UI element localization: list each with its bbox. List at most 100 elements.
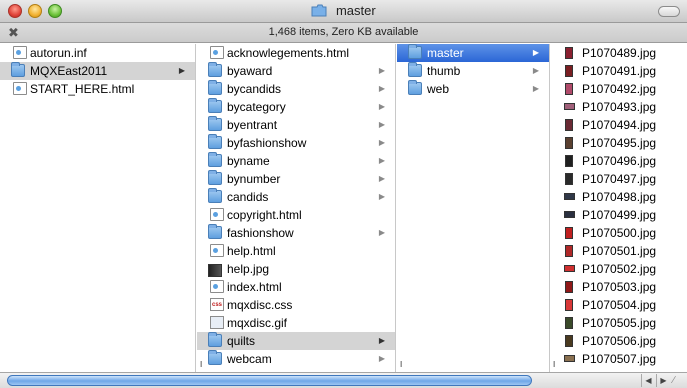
photo-thumbnail-icon (565, 173, 573, 185)
column-4[interactable]: P1070489.jpg P1070491.jpg P1070492.jpg P107… (551, 44, 687, 372)
column-2[interactable]: acknowlegements.html byaward ▶ bycandids ▶ by… (197, 44, 396, 372)
disclosure-arrow-icon: ▶ (378, 84, 385, 93)
photo-thumbnail-icon (565, 227, 573, 239)
list-item[interactable]: START_HERE.html (0, 80, 195, 98)
list-item[interactable]: candids ▶ (197, 188, 395, 206)
list-item-label: help.jpg (227, 262, 270, 276)
list-item-label: fashionshow (227, 226, 294, 240)
list-item-label: thumb (427, 64, 461, 78)
list-item[interactable]: P1070505.jpg (551, 314, 687, 332)
list-item-label: P1070506.jpg (582, 334, 657, 348)
html-file-icon (210, 46, 224, 59)
column-resize-handle[interactable]: ll (400, 360, 402, 369)
gif-file-icon (210, 316, 224, 329)
list-item[interactable]: P1070489.jpg (551, 44, 687, 62)
list-item[interactable]: master ▶ (397, 44, 549, 62)
list-item[interactable]: bycategory ▶ (197, 98, 395, 116)
list-item[interactable]: index.html (197, 278, 395, 296)
disclosure-arrow-icon: ▶ (378, 102, 385, 111)
list-item[interactable]: byname ▶ (197, 152, 395, 170)
list-item[interactable]: byfashionshow ▶ (197, 134, 395, 152)
list-item[interactable]: P1070491.jpg (551, 62, 687, 80)
list-item[interactable]: help.html (197, 242, 395, 260)
list-item[interactable]: P1070492.jpg (551, 80, 687, 98)
list-item[interactable]: quilts ▶ (197, 332, 395, 350)
list-item[interactable]: P1070495.jpg (551, 134, 687, 152)
list-item[interactable]: P1070507.jpg (551, 350, 687, 368)
list-item[interactable]: MQXEast2011 ▶ (0, 62, 195, 80)
photo-thumbnail-icon (564, 265, 575, 272)
list-item[interactable]: P1070497.jpg (551, 170, 687, 188)
list-item[interactable]: P1070503.jpg (551, 278, 687, 296)
disclosure-arrow-icon: ▶ (378, 192, 385, 201)
list-item[interactable]: P1070496.jpg (551, 152, 687, 170)
folder-icon (408, 44, 422, 59)
list-item[interactable]: acknowlegements.html (197, 44, 395, 62)
photo-thumbnail-icon (565, 155, 573, 167)
column-resize-handle[interactable]: ll (553, 360, 555, 369)
window-title-wrap: master (0, 3, 687, 18)
list-item[interactable]: byaward ▶ (197, 62, 395, 80)
folder-icon (208, 350, 222, 365)
list-item[interactable]: P1070499.jpg (551, 206, 687, 224)
list-item-label: web (427, 82, 450, 96)
folder-icon (208, 332, 222, 347)
list-item[interactable]: P1070493.jpg (551, 98, 687, 116)
list-item[interactable]: P1070501.jpg (551, 242, 687, 260)
list-item-label: mqxdisc.css (227, 298, 293, 312)
resize-grip-icon[interactable]: ∕ (673, 375, 675, 386)
list-item-label: P1070489.jpg (582, 46, 657, 60)
list-item-label: P1070492.jpg (582, 82, 657, 96)
list-item-label: P1070494.jpg (582, 118, 657, 132)
list-item[interactable]: bycandids ▶ (197, 80, 395, 98)
list-item[interactable]: P1070502.jpg (551, 260, 687, 278)
scroll-right-button[interactable]: ▶ (656, 374, 670, 387)
list-item[interactable]: autorun.inf (0, 44, 195, 62)
css-file-icon: css (210, 298, 224, 311)
photo-thumbnail-icon (564, 193, 575, 200)
list-item[interactable]: thumb ▶ (397, 62, 549, 80)
column-3[interactable]: master ▶ thumb ▶ web ▶ (397, 44, 550, 372)
folder-icon (208, 188, 222, 203)
disclosure-arrow-icon: ▶ (378, 156, 385, 165)
column-resize-handle[interactable]: ll (200, 360, 202, 369)
folder-icon (208, 134, 222, 149)
list-item[interactable]: byentrant ▶ (197, 116, 395, 134)
list-item[interactable]: mqxdisc.gif (197, 314, 395, 332)
folder-icon (208, 80, 222, 95)
column-1[interactable]: autorun.inf MQXEast2011 ▶ START_HERE.html (0, 44, 196, 372)
list-item-label: P1070507.jpg (582, 352, 657, 366)
list-item[interactable]: P1070504.jpg (551, 296, 687, 314)
horizontal-scrollbar[interactable]: ◀ ▶ ∕ (0, 372, 687, 388)
list-item-label: P1070498.jpg (582, 190, 657, 204)
toolbar-toggle-button[interactable] (658, 6, 680, 17)
list-item-label: byaward (227, 64, 273, 78)
folder-icon (208, 98, 222, 113)
scrollbar-thumb[interactable] (7, 375, 532, 386)
scroll-left-button[interactable]: ◀ (641, 374, 655, 387)
list-item[interactable]: fashionshow ▶ (197, 224, 395, 242)
list-item[interactable]: copyright.html (197, 206, 395, 224)
photo-thumbnail-icon (565, 83, 573, 95)
list-item[interactable]: bynumber ▶ (197, 170, 395, 188)
list-item[interactable]: P1070500.jpg (551, 224, 687, 242)
list-item[interactable]: P1070506.jpg (551, 332, 687, 350)
list-item[interactable]: P1070498.jpg (551, 188, 687, 206)
photo-thumbnail-icon (565, 335, 573, 347)
list-item[interactable]: help.jpg (197, 260, 395, 278)
folder-icon (208, 116, 222, 131)
status-text: 1,468 items, Zero KB available (268, 26, 419, 38)
list-item-label: webcam (227, 352, 272, 366)
list-item[interactable]: webcam ▶ (197, 350, 395, 368)
list-item[interactable]: css mqxdisc.css (197, 296, 395, 314)
folder-icon (311, 4, 327, 17)
photo-thumbnail-icon (565, 137, 573, 149)
list-item[interactable]: web ▶ (397, 80, 549, 98)
disclosure-arrow-icon: ▶ (378, 354, 385, 363)
document-icon (13, 46, 27, 59)
list-item[interactable]: P1070494.jpg (551, 116, 687, 134)
column-browser: autorun.inf MQXEast2011 ▶ START_HERE.html a… (0, 44, 687, 372)
list-item-label: P1070504.jpg (582, 298, 657, 312)
disclosure-arrow-icon: ▶ (378, 138, 385, 147)
disclosure-arrow-icon: ▶ (378, 228, 385, 237)
